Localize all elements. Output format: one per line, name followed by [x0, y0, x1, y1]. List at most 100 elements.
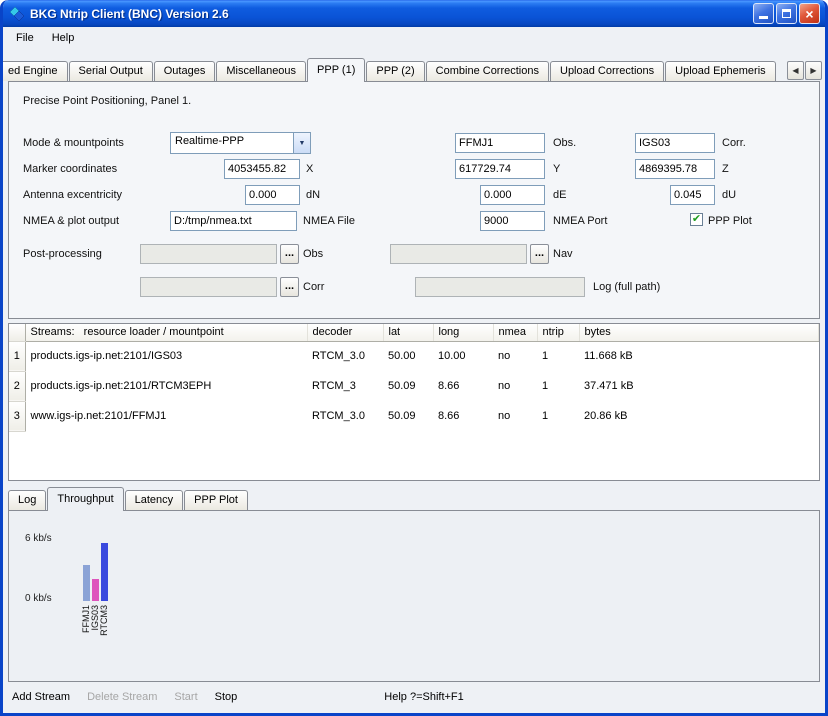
- post-obs-label: Obs: [303, 248, 323, 260]
- x-label: X: [306, 163, 313, 175]
- col-header-ntrip[interactable]: ntrip: [537, 324, 579, 341]
- mode-select[interactable]: Realtime-PPP ▼: [170, 132, 311, 154]
- antenna-de-field[interactable]: [480, 185, 545, 205]
- app-icon: [9, 6, 25, 22]
- minimize-button[interactable]: [753, 3, 774, 24]
- col-header-long[interactable]: long: [433, 324, 493, 341]
- col-header-bytes[interactable]: bytes: [579, 324, 819, 341]
- maximize-button[interactable]: [776, 3, 797, 24]
- nmea-file-field[interactable]: [170, 211, 297, 231]
- stream-bytes: 20.86 kB: [579, 401, 819, 431]
- ppp-panel: Precise Point Positioning, Panel 1. Mode…: [8, 81, 820, 319]
- stream-lat: 50.09: [383, 401, 433, 431]
- z-label: Z: [722, 163, 729, 175]
- nmea-port-label: NMEA Port: [553, 215, 607, 227]
- top-tab-bar: ed Engine Serial Output Outages Miscella…: [3, 57, 825, 81]
- bottom-tab-bar: Log Throughput Latency PPP Plot: [3, 486, 825, 510]
- stream-long: 8.66: [433, 371, 493, 401]
- col-header-streams[interactable]: Streams: resource loader / mountpoint: [25, 324, 307, 341]
- close-button[interactable]: ×: [799, 3, 820, 24]
- help-shortcut-label: Help ?=Shift+F1: [384, 691, 464, 703]
- tab-ppp-1[interactable]: PPP (1): [307, 58, 365, 82]
- minimize-icon: [759, 16, 768, 19]
- tab-scroll-buttons: ◀ ▶: [787, 61, 822, 80]
- post-log-label: Log (full path): [593, 281, 660, 293]
- titlebar[interactable]: BKG Ntrip Client (BNC) Version 2.6 ×: [3, 0, 825, 27]
- throughput-bar-rtcm3: [101, 543, 108, 601]
- post-corr-field: [140, 277, 277, 297]
- nmea-port-field[interactable]: [480, 211, 545, 231]
- post-nav-label: Nav: [553, 248, 573, 260]
- stop-action[interactable]: Stop: [215, 691, 238, 703]
- post-corr-label: Corr: [303, 281, 324, 293]
- tab-throughput[interactable]: Throughput: [47, 487, 123, 511]
- app-window: BKG Ntrip Client (BNC) Version 2.6 × Fil…: [0, 0, 828, 716]
- tab-upload-ephemeris[interactable]: Upload Ephemeris: [665, 61, 776, 81]
- right-arrow-icon: ▶: [810, 66, 816, 75]
- tab-latency[interactable]: Latency: [125, 490, 184, 510]
- marker-y-field[interactable]: [455, 159, 545, 179]
- throughput-bars: [79, 541, 339, 601]
- menu-file[interactable]: File: [7, 29, 43, 47]
- tab-combine-corrections[interactable]: Combine Corrections: [426, 61, 549, 81]
- stream-bytes: 37.471 kB: [579, 371, 819, 401]
- tab-log[interactable]: Log: [8, 490, 46, 510]
- chart-x-label-rtcm3: RTCM3: [99, 605, 109, 636]
- post-obs-browse-button[interactable]: ...: [280, 244, 299, 264]
- tab-scroll-right-button[interactable]: ▶: [805, 61, 822, 80]
- antenna-du-field[interactable]: [670, 185, 715, 205]
- col-header-lat[interactable]: lat: [383, 324, 433, 341]
- stream-row[interactable]: 3 www.igs-ip.net:2101/FFMJ1 RTCM_3.0 50.…: [9, 401, 819, 431]
- start-action[interactable]: Start: [174, 691, 197, 703]
- left-arrow-icon: ◀: [792, 66, 798, 75]
- tab-upload-corrections[interactable]: Upload Corrections: [550, 61, 664, 81]
- marker-x-field[interactable]: [224, 159, 300, 179]
- post-obs-field: [140, 244, 277, 264]
- check-icon: ✔: [692, 213, 701, 225]
- tab-serial-output[interactable]: Serial Output: [69, 61, 153, 81]
- mode-selected-value: Realtime-PPP: [171, 133, 293, 153]
- post-nav-browse-button[interactable]: ...: [530, 244, 549, 264]
- tab-feed-engine[interactable]: ed Engine: [0, 61, 68, 81]
- post-log-field: [415, 277, 585, 297]
- obs-label: Obs.: [553, 137, 576, 149]
- ppp-plot-checkbox[interactable]: ✔: [690, 213, 703, 226]
- obs-mountpoint-field[interactable]: [455, 133, 545, 153]
- ppp-plot-label: PPP Plot: [708, 215, 752, 227]
- row-number: 2: [9, 371, 25, 401]
- post-corr-browse-button[interactable]: ...: [280, 277, 299, 297]
- post-processing-label: Post-processing: [23, 248, 102, 260]
- stream-mountpoint: products.igs-ip.net:2101/IGS03: [25, 341, 307, 371]
- marker-coordinates-label: Marker coordinates: [23, 163, 117, 175]
- menu-bar: File Help: [3, 27, 825, 49]
- stream-row[interactable]: 1 products.igs-ip.net:2101/IGS03 RTCM_3.…: [9, 341, 819, 371]
- maximize-icon: [782, 9, 791, 18]
- delete-stream-action[interactable]: Delete Stream: [87, 691, 157, 703]
- antenna-dn-field[interactable]: [245, 185, 300, 205]
- corr-label: Corr.: [722, 137, 746, 149]
- stream-ntrip: 1: [537, 371, 579, 401]
- tab-ppp-2[interactable]: PPP (2): [366, 61, 424, 81]
- stream-decoder: RTCM_3: [307, 371, 383, 401]
- marker-z-field[interactable]: [635, 159, 715, 179]
- combo-dropdown-button[interactable]: ▼: [293, 133, 310, 153]
- stream-mountpoint: products.igs-ip.net:2101/RTCM3EPH: [25, 371, 307, 401]
- window-title: BKG Ntrip Client (BNC) Version 2.6: [30, 7, 753, 21]
- y-axis-tick-top: 6 kb/s: [25, 533, 52, 544]
- corr-mountpoint-field[interactable]: [635, 133, 715, 153]
- stream-lat: 50.00: [383, 341, 433, 371]
- tab-ppp-plot[interactable]: PPP Plot: [184, 490, 248, 510]
- tab-miscellaneous[interactable]: Miscellaneous: [216, 61, 306, 81]
- stream-row[interactable]: 2 products.igs-ip.net:2101/RTCM3EPH RTCM…: [9, 371, 819, 401]
- menu-help[interactable]: Help: [43, 29, 84, 47]
- panel-title: Precise Point Positioning, Panel 1.: [23, 95, 191, 107]
- dn-label: dN: [306, 189, 320, 201]
- stream-long: 10.00: [433, 341, 493, 371]
- tab-scroll-left-button[interactable]: ◀: [787, 61, 804, 80]
- add-stream-action[interactable]: Add Stream: [12, 691, 70, 703]
- tab-outages[interactable]: Outages: [154, 61, 216, 81]
- nmea-file-label: NMEA File: [303, 215, 355, 227]
- col-header-decoder[interactable]: decoder: [307, 324, 383, 341]
- col-header-nmea[interactable]: nmea: [493, 324, 537, 341]
- antenna-excentricity-label: Antenna excentricity: [23, 189, 122, 201]
